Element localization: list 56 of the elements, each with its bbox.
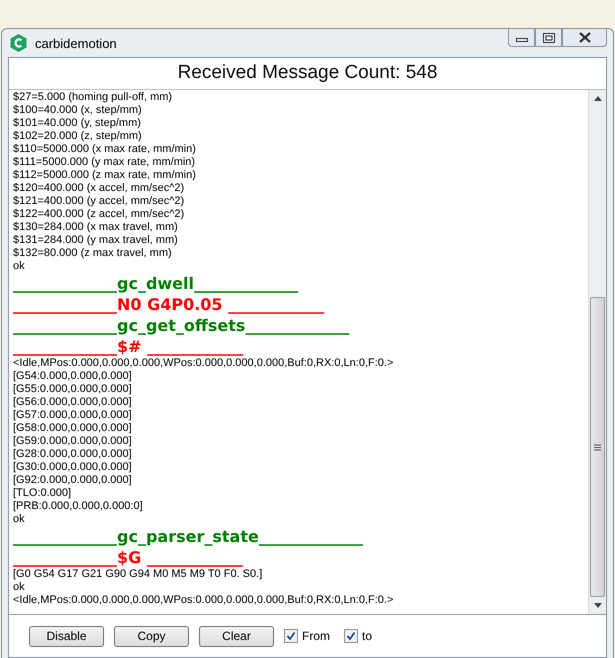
section-heading: _____________gc_dwell_____________ [13, 273, 299, 294]
app-logo-icon [10, 34, 27, 52]
checkbox[interactable] [284, 629, 298, 643]
maximize-icon[interactable] [542, 32, 554, 42]
log-line: $110=5000.000 (x max rate, mm/min) [13, 143, 197, 156]
log-line: $121=400.000 (y accel, mm/sec^2) [13, 195, 186, 208]
grip-icon[interactable] [594, 444, 601, 450]
log-line: $27=5.000 (homing pull-off, mm) [13, 91, 174, 104]
checkbox-label: to [362, 629, 372, 643]
log-line: <Idle,MPos:0.000,0.000,0.000,WPos:0.000,0.000,0.000,Buf:0,RX:0,Ln:0,F:0.> [13, 357, 394, 370]
log-line: $132=80.000 (z max travel, mm) [13, 247, 173, 260]
log-line: $101=40.000 (y, step/mm) [13, 117, 142, 130]
scroll-down-icon[interactable] [594, 603, 602, 608]
scroll-up-icon[interactable] [594, 96, 602, 101]
section-heading: _____________$G ____________ [13, 547, 244, 568]
log-line: [PRB:0.000,0.000,0.000:0] [13, 500, 144, 513]
log-line: $130=284.000 (x max travel, mm) [13, 221, 179, 234]
checkbox[interactable] [344, 629, 358, 643]
log-line: [G55:0.000,0.000,0.000] [13, 383, 133, 396]
section-heading: _____________N0 G4P0.05 ____________ [13, 294, 326, 315]
log-line: [G54:0.000,0.000,0.000] [13, 370, 133, 383]
section-heading: _____________$# ____________ [13, 336, 244, 357]
window-title: carbidemotion [35, 36, 117, 50]
action-button[interactable]: Clear [199, 626, 274, 646]
minimize-button[interactable] [508, 28, 535, 47]
log-line: $122=400.000 (z accel, mm/sec^2) [13, 208, 186, 221]
log-line: ok [13, 581, 26, 594]
log-line: $112=5000.000 (z max rate, mm/min) [13, 169, 197, 182]
message-count-label: Received Message Count: 548 [176, 61, 438, 85]
log-line: $111=5000.000 (y max rate, mm/min) [13, 156, 196, 169]
vertical-scrollbar[interactable] [588, 90, 606, 614]
log-line: ok [13, 513, 26, 526]
log-line: [G59:0.000,0.000,0.000] [13, 435, 133, 448]
maximize-button[interactable] [535, 28, 562, 47]
scroll-thumb[interactable] [590, 297, 605, 597]
log-line: [G30:0.000,0.000,0.000] [13, 461, 133, 474]
action-button[interactable]: Copy [114, 626, 189, 646]
log-line: [G56:0.000,0.000,0.000] [13, 396, 133, 409]
log-line: $100=40.000 (x, step/mm) [13, 104, 143, 117]
log-line: [G28:0.000,0.000,0.000] [13, 448, 133, 461]
section-heading: _____________gc_get_offsets_____________ [13, 315, 350, 336]
log-line: [G0 G54 G17 G21 G90 G94 M0 M5 M9 T0 F0. S0.] [13, 568, 264, 581]
checkbox-label: From [302, 629, 330, 643]
log-line: <Idle,MPos:0.000,0.000,0.000,WPos:0.000,0.000,0.000,Buf:0,RX:0,Ln:0,F:0.> [13, 594, 394, 607]
close-button[interactable] [562, 28, 607, 47]
log-line: $131=284.000 (y max travel, mm) [13, 234, 179, 247]
log-line: [G58:0.000,0.000,0.000] [13, 422, 133, 435]
section-heading: _____________gc_parser_state_____________ [13, 526, 364, 547]
log-line: [G57:0.000,0.000,0.000] [13, 409, 133, 422]
close-icon[interactable] [578, 32, 590, 43]
log-line: [G92:0.000,0.000,0.000] [13, 474, 133, 487]
log-line: $102=20.000 (z, step/mm) [13, 130, 143, 143]
log-line: $120=400.000 (x accel, mm/sec^2) [13, 182, 186, 195]
action-button[interactable]: Disable [29, 626, 104, 646]
log-line: ok [13, 260, 26, 273]
log-line: [TLO:0.000] [13, 487, 72, 500]
